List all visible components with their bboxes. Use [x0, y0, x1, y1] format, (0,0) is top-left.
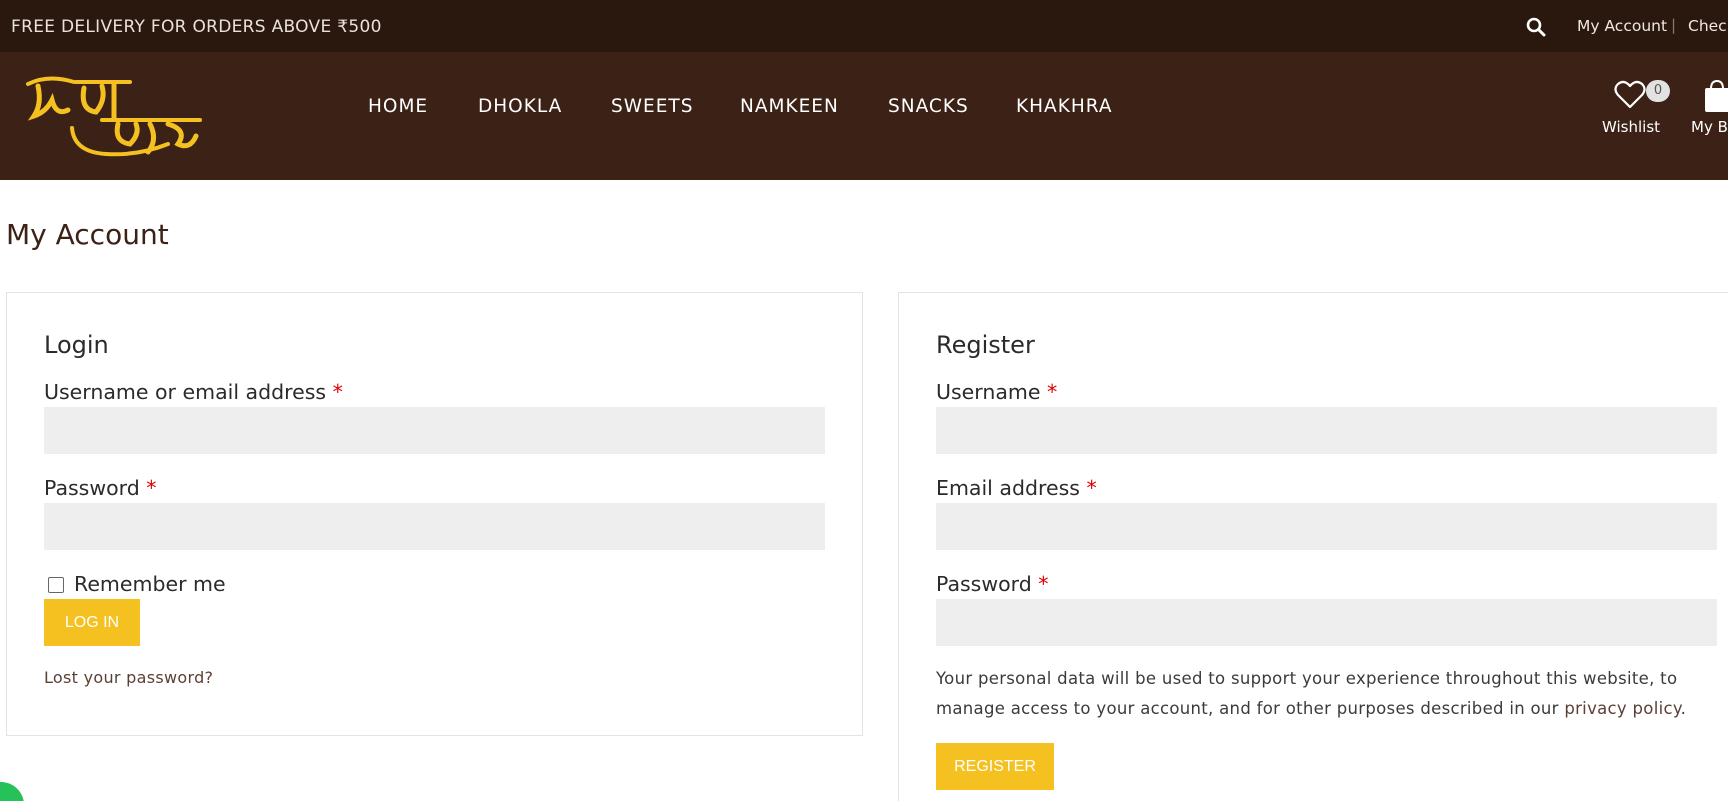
login-username-label-text: Username or email address [44, 380, 327, 404]
chat-widget-icon[interactable] [0, 782, 24, 801]
heart-icon[interactable] [1614, 80, 1646, 110]
privacy-notice: Your personal data will be used to suppo… [936, 664, 1726, 724]
login-username-input[interactable] [44, 407, 825, 454]
remember-me-checkbox[interactable] [48, 577, 64, 593]
page-title: My Account [6, 218, 169, 251]
register-heading: Register [936, 331, 1035, 359]
nav-home[interactable]: HOME [368, 96, 428, 117]
top-bar: FREE DELIVERY FOR ORDERS ABOVE ₹500 My A… [0, 0, 1728, 52]
login-password-input[interactable] [44, 503, 825, 550]
register-username-input[interactable] [936, 407, 1717, 454]
register-button[interactable]: REGISTER [936, 743, 1054, 790]
nav-dhokla[interactable]: DHOKLA [478, 96, 562, 117]
promo-text: FREE DELIVERY FOR ORDERS ABOVE ₹500 [11, 17, 382, 37]
wishlist-count-badge: 0 [1646, 80, 1670, 102]
login-password-label-text: Password [44, 476, 140, 500]
lost-password-link[interactable]: Lost your password? [44, 668, 213, 687]
checkout-link[interactable]: Check [1688, 17, 1728, 35]
register-email-label-text: Email address [936, 476, 1080, 500]
register-password-input[interactable] [936, 599, 1717, 646]
required-mark: * [332, 380, 343, 404]
register-username-label-text: Username [936, 380, 1041, 404]
login-password-label: Password * [44, 476, 157, 500]
required-mark: * [1086, 476, 1097, 500]
brand-logo[interactable] [18, 70, 204, 162]
my-account-link[interactable]: My Account [1577, 17, 1667, 35]
wishlist-label[interactable]: Wishlist [1602, 118, 1660, 136]
main-header: HOME DHOKLA SWEETS NAMKEEN SNACKS KHAKHR… [0, 52, 1728, 180]
nav-snacks[interactable]: SNACKS [888, 96, 969, 117]
nav-namkeen[interactable]: NAMKEEN [740, 96, 839, 117]
login-heading: Login [44, 331, 109, 359]
required-mark: * [146, 476, 157, 500]
register-email-input[interactable] [936, 503, 1717, 550]
register-username-label: Username * [936, 380, 1057, 404]
required-mark: * [1038, 572, 1049, 596]
remember-me-label[interactable]: Remember me [74, 572, 226, 596]
required-mark: * [1047, 380, 1058, 404]
register-password-label-text: Password [936, 572, 1032, 596]
login-button[interactable]: LOG IN [44, 599, 140, 646]
search-icon[interactable] [1526, 17, 1546, 37]
nav-sweets[interactable]: SWEETS [611, 96, 693, 117]
login-username-label: Username or email address * [44, 380, 343, 404]
shopping-bag-icon[interactable] [1702, 79, 1728, 113]
my-bag-label[interactable]: My Ba [1691, 118, 1728, 136]
top-link-separator: | [1671, 16, 1677, 34]
nav-khakhra[interactable]: KHAKHRA [1016, 96, 1113, 117]
register-email-label: Email address * [936, 476, 1097, 500]
privacy-policy-link[interactable]: privacy policy [1564, 699, 1680, 718]
privacy-notice-end: . [1680, 699, 1687, 718]
register-password-label: Password * [936, 572, 1049, 596]
